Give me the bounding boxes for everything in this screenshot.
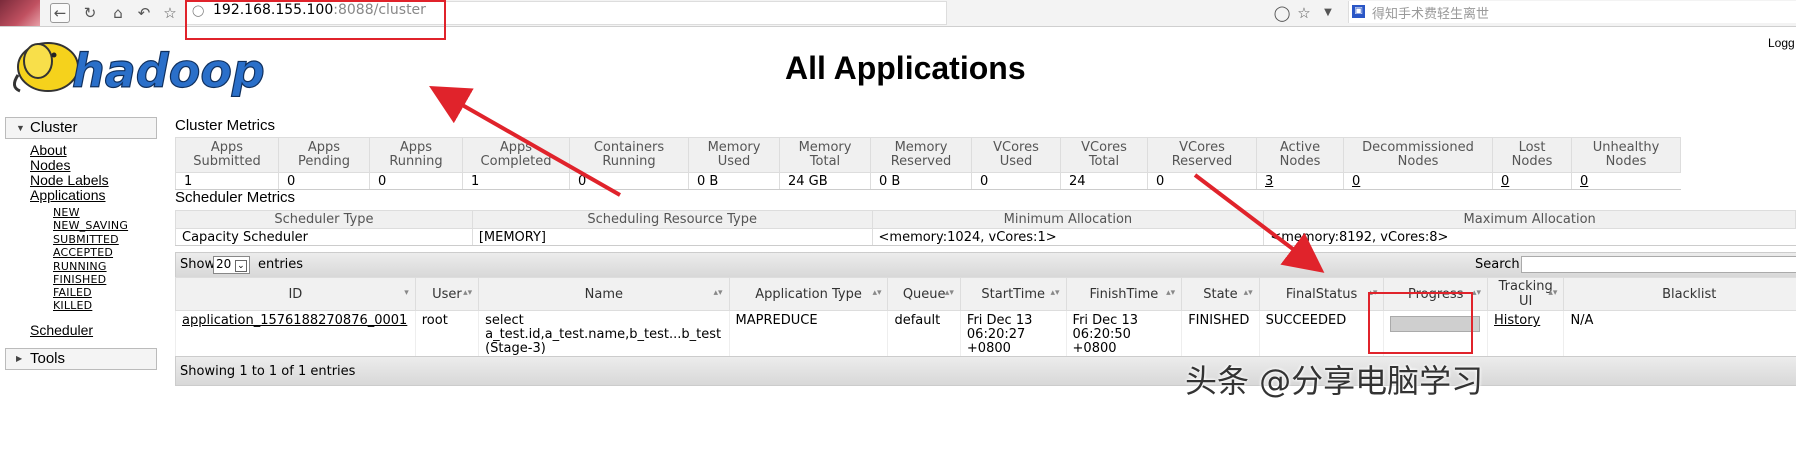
- arrow-to-progress: [1193, 173, 1325, 273]
- arrow-to-url: [429, 86, 621, 197]
- annotation-arrows: [429, 86, 1325, 273]
- watermark-text: 头条 @分享电脑学习: [1185, 362, 1484, 400]
